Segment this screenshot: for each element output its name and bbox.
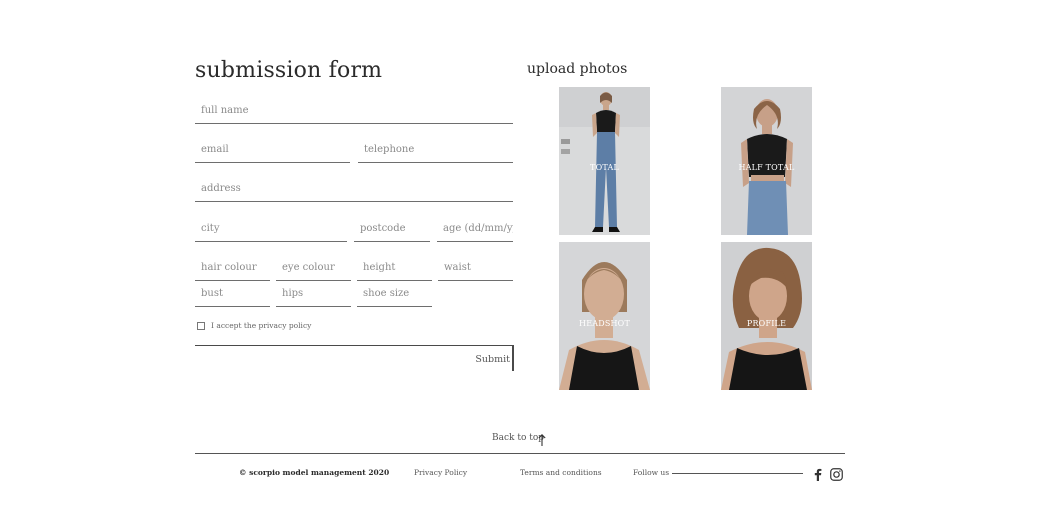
instagram-icon[interactable] bbox=[830, 466, 843, 485]
hair-colour-input[interactable] bbox=[195, 261, 270, 281]
address-input[interactable] bbox=[195, 182, 513, 202]
privacy-checkbox[interactable] bbox=[197, 322, 205, 330]
photo-upload-half-total[interactable]: HALF TOTAL bbox=[721, 87, 812, 235]
follow-us-label: Follow us bbox=[633, 468, 670, 477]
height-input[interactable] bbox=[357, 261, 432, 281]
bust-input[interactable] bbox=[195, 287, 270, 307]
waist-input[interactable] bbox=[438, 261, 513, 281]
photo-upload-total[interactable]: TOTAL bbox=[559, 87, 650, 235]
photo-upload-headshot[interactable]: HEADSHOT bbox=[559, 242, 650, 390]
city-input[interactable] bbox=[195, 222, 347, 242]
terms-link[interactable]: Terms and conditions bbox=[520, 468, 602, 477]
copyright-text: © scorpio model management 2020 bbox=[239, 468, 390, 477]
photo-label-profile: PROFILE bbox=[746, 319, 787, 328]
headshot-photo-image bbox=[559, 242, 650, 390]
shoe-size-input[interactable] bbox=[357, 287, 432, 307]
footer-divider bbox=[195, 453, 845, 454]
postcode-input[interactable] bbox=[354, 222, 430, 242]
submit-button[interactable]: Submit bbox=[470, 352, 510, 366]
submit-border bbox=[512, 345, 514, 371]
photo-label-headshot: HEADSHOT bbox=[579, 319, 630, 328]
eye-colour-input[interactable] bbox=[276, 261, 351, 281]
profile-photo-image bbox=[721, 242, 812, 390]
follow-divider bbox=[672, 473, 803, 474]
email-input[interactable] bbox=[195, 143, 350, 163]
submit-divider bbox=[195, 345, 513, 346]
photo-label-half-total: HALF TOTAL bbox=[738, 163, 795, 172]
privacy-policy-link[interactable]: Privacy Policy bbox=[414, 468, 467, 477]
hips-input[interactable] bbox=[276, 287, 351, 307]
half-total-photo-image bbox=[721, 87, 812, 235]
form-title: submission form bbox=[195, 58, 383, 83]
full-name-input[interactable] bbox=[195, 104, 513, 124]
privacy-checkbox-label: I accept the privacy policy bbox=[211, 321, 312, 330]
facebook-icon[interactable] bbox=[813, 466, 823, 485]
arrow-up-icon[interactable] bbox=[538, 431, 546, 450]
photo-upload-profile[interactable]: PROFILE bbox=[721, 242, 812, 390]
age-input[interactable] bbox=[437, 222, 513, 242]
back-to-top-link[interactable]: Back to top bbox=[492, 433, 544, 443]
total-photo-image bbox=[559, 87, 650, 235]
upload-title: upload photos bbox=[527, 61, 628, 77]
photo-label-total: TOTAL bbox=[590, 163, 619, 172]
telephone-input[interactable] bbox=[358, 143, 513, 163]
